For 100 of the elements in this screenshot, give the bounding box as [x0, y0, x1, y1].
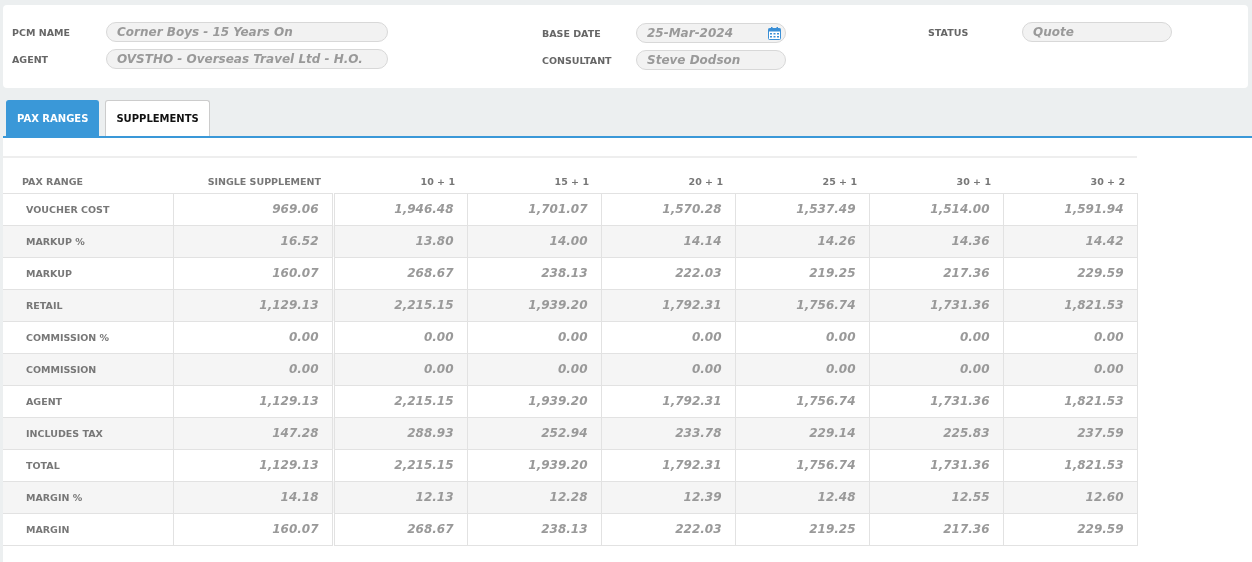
table-cell: 1,731.36 [869, 449, 1003, 481]
row-label: COMMISSION % [3, 321, 173, 353]
table-cell: 14.26 [735, 225, 869, 257]
row-label: MARGIN [3, 513, 173, 545]
table-cell: 0.00 [1003, 321, 1137, 353]
tab[interactable]: PAX RANGES [6, 100, 100, 136]
table-cell: 219.25 [735, 513, 869, 545]
table-cell: 1,537.49 [735, 193, 869, 225]
row-label: MARKUP % [3, 225, 173, 257]
row-label: VOUCHER COST [3, 193, 173, 225]
row-label: MARGIN % [3, 481, 173, 513]
input-field[interactable]: 25-Mar-2024 [636, 23, 786, 43]
table-cell: 1,792.31 [601, 385, 735, 417]
table-cell: 229.14 [735, 417, 869, 449]
table-cell: 1,821.53 [1003, 449, 1137, 481]
table-cell: 12.39 [601, 481, 735, 513]
input-field[interactable]: Quote [1022, 22, 1172, 42]
table-cell: 225.83 [869, 417, 1003, 449]
table-cell: 0.00 [1003, 353, 1137, 385]
table-cell: 13.80 [333, 225, 467, 257]
field-label: BASE DATE [542, 27, 602, 39]
column-header: 20 + 1 [601, 157, 735, 193]
table-cell: 1,939.20 [467, 289, 601, 321]
table-cell: 222.03 [601, 257, 735, 289]
table-cell: 1,821.53 [1003, 289, 1137, 321]
table-cell: 1,939.20 [467, 385, 601, 417]
table-cell: 14.00 [467, 225, 601, 257]
table-cell: 237.59 [1003, 417, 1137, 449]
table-cell: 1,570.28 [601, 193, 735, 225]
table-cell: 1,514.00 [869, 193, 1003, 225]
table-cell: 222.03 [601, 513, 735, 545]
table-cell: 0.00 [869, 321, 1003, 353]
table-cell: 12.28 [467, 481, 601, 513]
table-cell: 238.13 [467, 513, 601, 545]
field-label: CONSULTANT [542, 54, 613, 66]
table-cell: 2,215.15 [333, 385, 467, 417]
table-cell: 1,821.53 [1003, 385, 1137, 417]
column-header: 30 + 2 [1003, 157, 1137, 193]
column-header: SINGLE SUPPLEMENT [173, 157, 333, 193]
input-field[interactable]: Corner Boys - 15 Years On [106, 22, 388, 42]
table-cell: 12.60 [1003, 481, 1137, 513]
table-cell: 217.36 [869, 257, 1003, 289]
table-cell: 12.48 [735, 481, 869, 513]
table-cell: 0.00 [467, 353, 601, 385]
column-header: 30 + 1 [869, 157, 1003, 193]
table-cell: 1,701.07 [467, 193, 601, 225]
row-label: INCLUDES TAX [3, 417, 173, 449]
field-label: AGENT [12, 53, 50, 65]
table-cell: 1,731.36 [869, 385, 1003, 417]
table-cell: 229.59 [1003, 513, 1137, 545]
table-cell: 0.00 [173, 353, 333, 385]
table-cell: 0.00 [601, 353, 735, 385]
table-cell: 12.55 [869, 481, 1003, 513]
table-cell: 16.52 [173, 225, 333, 257]
field-label: STATUS [928, 26, 970, 38]
tab[interactable]: SUPPLEMENTS [105, 100, 210, 136]
table-cell: 233.78 [601, 417, 735, 449]
table-cell: 219.25 [735, 257, 869, 289]
table-cell: 1,129.13 [173, 289, 333, 321]
table-cell: 14.14 [601, 225, 735, 257]
table-cell: 1,792.31 [601, 289, 735, 321]
input-field[interactable]: Steve Dodson [636, 50, 786, 70]
input-field[interactable]: OVSTHO - Overseas Travel Ltd - H.O. [106, 49, 388, 69]
column-header: 15 + 1 [467, 157, 601, 193]
column-header: 25 + 1 [735, 157, 869, 193]
table-cell: 0.00 [735, 321, 869, 353]
row-label: COMMISSION [3, 353, 173, 385]
table-cell: 252.94 [467, 417, 601, 449]
table-cell: 14.18 [173, 481, 333, 513]
row-label: TOTAL [3, 449, 173, 481]
row-label: RETAIL [3, 289, 173, 321]
table-cell: 1,731.36 [869, 289, 1003, 321]
table-cell: 1,792.31 [601, 449, 735, 481]
table-cell: 2,215.15 [333, 289, 467, 321]
calendar-icon[interactable] [768, 27, 781, 40]
table-cell: 229.59 [1003, 257, 1137, 289]
table-cell: 14.36 [869, 225, 1003, 257]
table-cell: 0.00 [333, 321, 467, 353]
table-cell: 14.42 [1003, 225, 1137, 257]
table-cell: 238.13 [467, 257, 601, 289]
table-cell: 268.67 [333, 257, 467, 289]
table-cell: 1,591.94 [1003, 193, 1137, 225]
table-cell: 2,215.15 [333, 449, 467, 481]
table-cell: 147.28 [173, 417, 333, 449]
row-label: AGENT [3, 385, 173, 417]
table-cell: 1,756.74 [735, 289, 869, 321]
column-header: PAX RANGE [3, 157, 173, 193]
table-cell: 268.67 [333, 513, 467, 545]
column-header: 10 + 1 [333, 157, 467, 193]
table-cell: 1,939.20 [467, 449, 601, 481]
table-cell: 0.00 [869, 353, 1003, 385]
table-cell: 0.00 [735, 353, 869, 385]
table-cell: 160.07 [173, 513, 333, 545]
row-label: MARKUP [3, 257, 173, 289]
table-cell: 0.00 [333, 353, 467, 385]
table-cell: 0.00 [467, 321, 601, 353]
table-cell: 217.36 [869, 513, 1003, 545]
table-cell: 12.13 [333, 481, 467, 513]
table-cell: 1,756.74 [735, 385, 869, 417]
table-cell: 1,756.74 [735, 449, 869, 481]
